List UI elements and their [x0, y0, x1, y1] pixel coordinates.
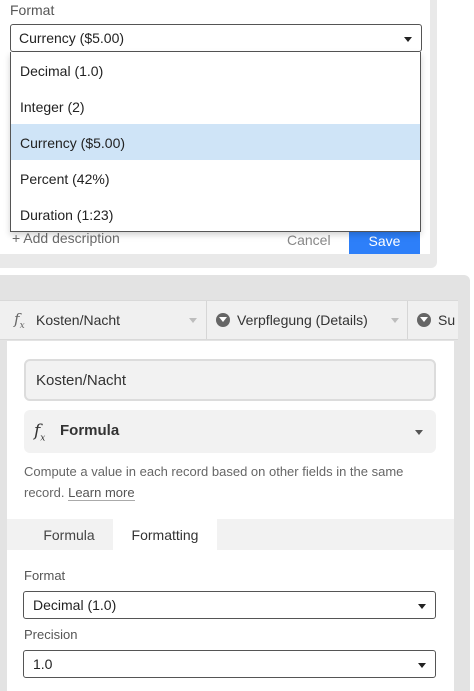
chevron-down-icon: [418, 663, 426, 668]
column-header-verpflegung[interactable]: Verpflegung (Details): [207, 301, 407, 339]
field-name-input[interactable]: Kosten/Nacht: [24, 359, 436, 401]
format-label: Format: [10, 2, 55, 18]
column-header-label: Su: [438, 312, 456, 328]
precision-select[interactable]: 1.0: [23, 650, 436, 678]
cancel-button[interactable]: Cancel: [287, 232, 331, 248]
single-select-icon: [216, 313, 230, 327]
format-select-value: Currency ($5.00): [19, 30, 125, 46]
grid-header-row: fx Kosten/Nacht Verpflegung (Details) Su: [0, 300, 458, 340]
formula-icon: fx: [14, 310, 25, 331]
column-header-label: Verpflegung (Details): [237, 312, 368, 328]
field-type-select[interactable]: fx Formula: [24, 410, 436, 453]
chevron-down-icon: [415, 430, 423, 435]
format-option-currency[interactable]: Currency ($5.00): [11, 124, 420, 160]
format-option-percent[interactable]: Percent (42%): [11, 160, 420, 196]
format-dropdown-list: Decimal (1.0) Integer (2) Currency ($5.0…: [10, 52, 421, 232]
field-type-label: Formula: [60, 422, 120, 439]
formula-icon: fx: [34, 421, 46, 444]
format-option-integer[interactable]: Integer (2): [11, 88, 420, 124]
format-select[interactable]: Currency ($5.00): [10, 24, 422, 52]
format-option-duration[interactable]: Duration (1:23): [11, 196, 420, 232]
format-option-decimal[interactable]: Decimal (1.0): [11, 52, 420, 88]
top-dialog: Format Currency ($5.00) Decimal (1.0) In…: [0, 0, 430, 254]
tab-formula[interactable]: Formula: [25, 519, 113, 550]
format-select-value: Decimal (1.0): [33, 597, 117, 613]
chevron-down-icon: [418, 604, 426, 609]
format-select[interactable]: Decimal (1.0): [23, 591, 436, 619]
format-label: Format: [24, 568, 66, 583]
editor-tab-strip: Formula Formatting: [7, 519, 454, 550]
add-description-link[interactable]: + Add description: [12, 230, 120, 246]
save-button[interactable]: Save: [349, 229, 420, 254]
precision-label: Precision: [24, 627, 78, 642]
learn-more-link[interactable]: Learn more: [68, 485, 135, 501]
column-header-kosten-nacht[interactable]: fx Kosten/Nacht: [0, 301, 206, 339]
chevron-down-icon[interactable]: [189, 318, 197, 323]
single-select-icon: [417, 313, 431, 327]
tab-formatting[interactable]: Formatting: [113, 519, 217, 550]
column-header-su[interactable]: Su: [408, 301, 458, 339]
precision-select-value: 1.0: [33, 656, 53, 672]
chevron-down-icon[interactable]: [391, 318, 399, 323]
field-type-description: Compute a value in each record based on …: [24, 461, 444, 503]
column-header-label: Kosten/Nacht: [36, 312, 121, 328]
chevron-down-icon: [404, 37, 412, 42]
